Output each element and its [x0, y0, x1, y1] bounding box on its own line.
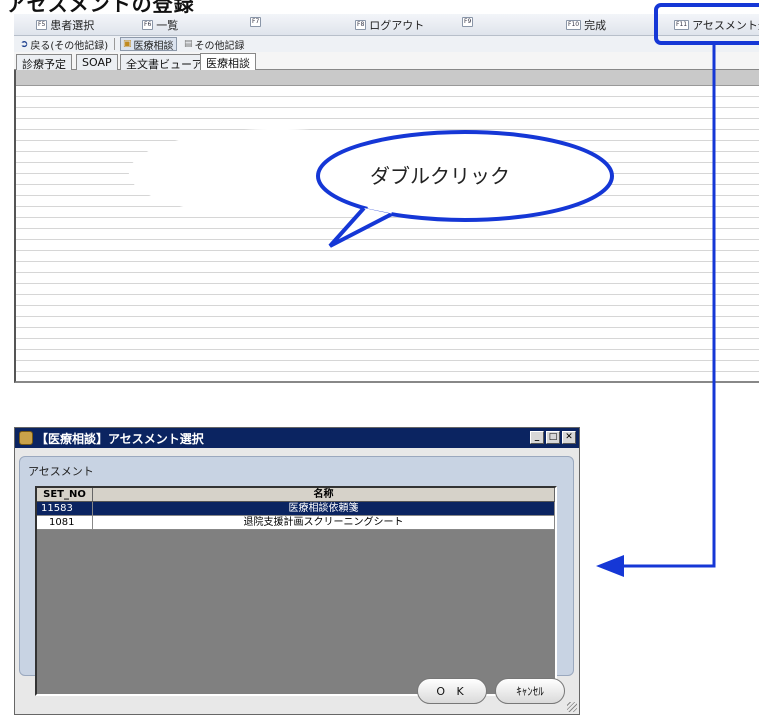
fkey-badge: F8	[355, 20, 367, 30]
fkey-badge: F10	[566, 20, 582, 30]
minimize-icon[interactable]: _	[530, 431, 544, 444]
cell-name: 退院支援計画スクリーニングシート	[93, 516, 555, 530]
cancel-button[interactable]: ｷｬﾝｾﾙ	[495, 678, 565, 704]
fkey-f9[interactable]: F9	[462, 17, 476, 27]
sub-toolbar: ➲ 戻る(その他記録) ▣ 医療相談 ▤ その他記録	[14, 36, 759, 52]
tab-soap[interactable]: SOAP	[76, 54, 118, 70]
assessment-select-dialog: 【医療相談】アセスメント選択 _ □ ✕ アセスメント SET_NO 名称 11…	[14, 427, 580, 715]
column-name[interactable]: 名称	[93, 488, 555, 501]
dialog-title: 【医療相談】アセスメント選択	[36, 431, 204, 446]
other-records-button[interactable]: ▤ その他記録	[182, 37, 247, 52]
fkey-complete[interactable]: F10 完成	[566, 17, 606, 33]
record-list[interactable]	[14, 70, 759, 383]
fkey-assessment-register[interactable]: F11 アセスメント登録	[674, 17, 759, 33]
fkey-badge: F6	[142, 20, 154, 30]
back-button[interactable]: ➲ 戻る(その他記録)	[18, 37, 110, 52]
resize-grip-icon[interactable]	[567, 702, 577, 712]
tab-document-viewer[interactable]: 全文書ビューア	[120, 54, 209, 71]
fkey-patient-select[interactable]: F5 患者選択	[36, 17, 94, 33]
consult-icon: ▣	[123, 39, 132, 49]
consult-button-label: 医療相談	[133, 40, 174, 52]
fkey-f7[interactable]: F7	[250, 17, 264, 27]
tab-medical-consult[interactable]: 医療相談	[200, 53, 256, 70]
cell-name: 医療相談依頼箋	[93, 502, 555, 516]
app-icon	[19, 431, 33, 445]
fkey-label: 完成	[584, 19, 607, 32]
group-label: アセスメント	[28, 465, 94, 478]
other-records-label: その他記録	[194, 40, 245, 52]
close-icon[interactable]: ✕	[562, 431, 576, 444]
dialog-title-bar[interactable]: 【医療相談】アセスメント選択 _ □ ✕	[15, 428, 579, 448]
fkey-label: ログアウト	[369, 19, 425, 32]
cell-set-no: 11583	[37, 502, 93, 516]
flow-arrow-head	[596, 555, 624, 577]
list-header	[16, 70, 759, 86]
fkey-label: 一覧	[156, 19, 179, 32]
fkey-label: アセスメント登録	[692, 19, 759, 32]
fkey-badge: F7	[250, 17, 262, 27]
table-row[interactable]: 1081 退院支援計画スクリーニングシート	[37, 516, 555, 530]
fkey-logout[interactable]: F8 ログアウト	[355, 17, 424, 33]
page: アセスメントの登録 F5 患者選択 F6 一覧 F7 F8 ログアウト F9 F…	[0, 0, 759, 715]
cell-set-no: 1081	[37, 516, 93, 530]
grid-header: SET_NO 名称	[37, 488, 555, 502]
list-rows[interactable]	[16, 86, 759, 381]
fkey-label: 患者選択	[50, 19, 95, 32]
toolbar-divider	[114, 38, 115, 50]
assessment-grid[interactable]: SET_NO 名称 11583 医療相談依頼箋 1081 退院支援計画スクリーニ…	[35, 486, 557, 696]
back-button-label: 戻る(その他記録)	[30, 40, 109, 52]
maximize-icon[interactable]: □	[546, 431, 560, 444]
tab-schedule[interactable]: 診療予定	[16, 54, 72, 71]
column-set-no[interactable]: SET_NO	[37, 488, 93, 501]
back-arrow-icon: ➲	[20, 38, 29, 50]
fkey-list[interactable]: F6 一覧	[142, 17, 178, 33]
dialog-buttons: O K ｷｬﾝｾﾙ	[417, 678, 565, 704]
tab-bar: 診療予定 SOAP 全文書ビューア 医療相談	[14, 52, 759, 71]
table-row[interactable]: 11583 医療相談依頼箋	[37, 502, 555, 516]
document-icon: ▤	[184, 39, 193, 49]
fkey-badge: F9	[462, 17, 474, 27]
consult-button[interactable]: ▣ 医療相談	[120, 37, 177, 52]
ok-button[interactable]: O K	[417, 678, 487, 704]
fkey-badge: F11	[674, 20, 690, 30]
window-controls: _ □ ✕	[530, 431, 576, 444]
fkey-badge: F5	[36, 20, 48, 30]
callout-text: ダブルクリック	[370, 164, 510, 188]
function-key-bar: F5 患者選択 F6 一覧 F7 F8 ログアウト F9 F10 完成 F11 …	[14, 14, 759, 36]
